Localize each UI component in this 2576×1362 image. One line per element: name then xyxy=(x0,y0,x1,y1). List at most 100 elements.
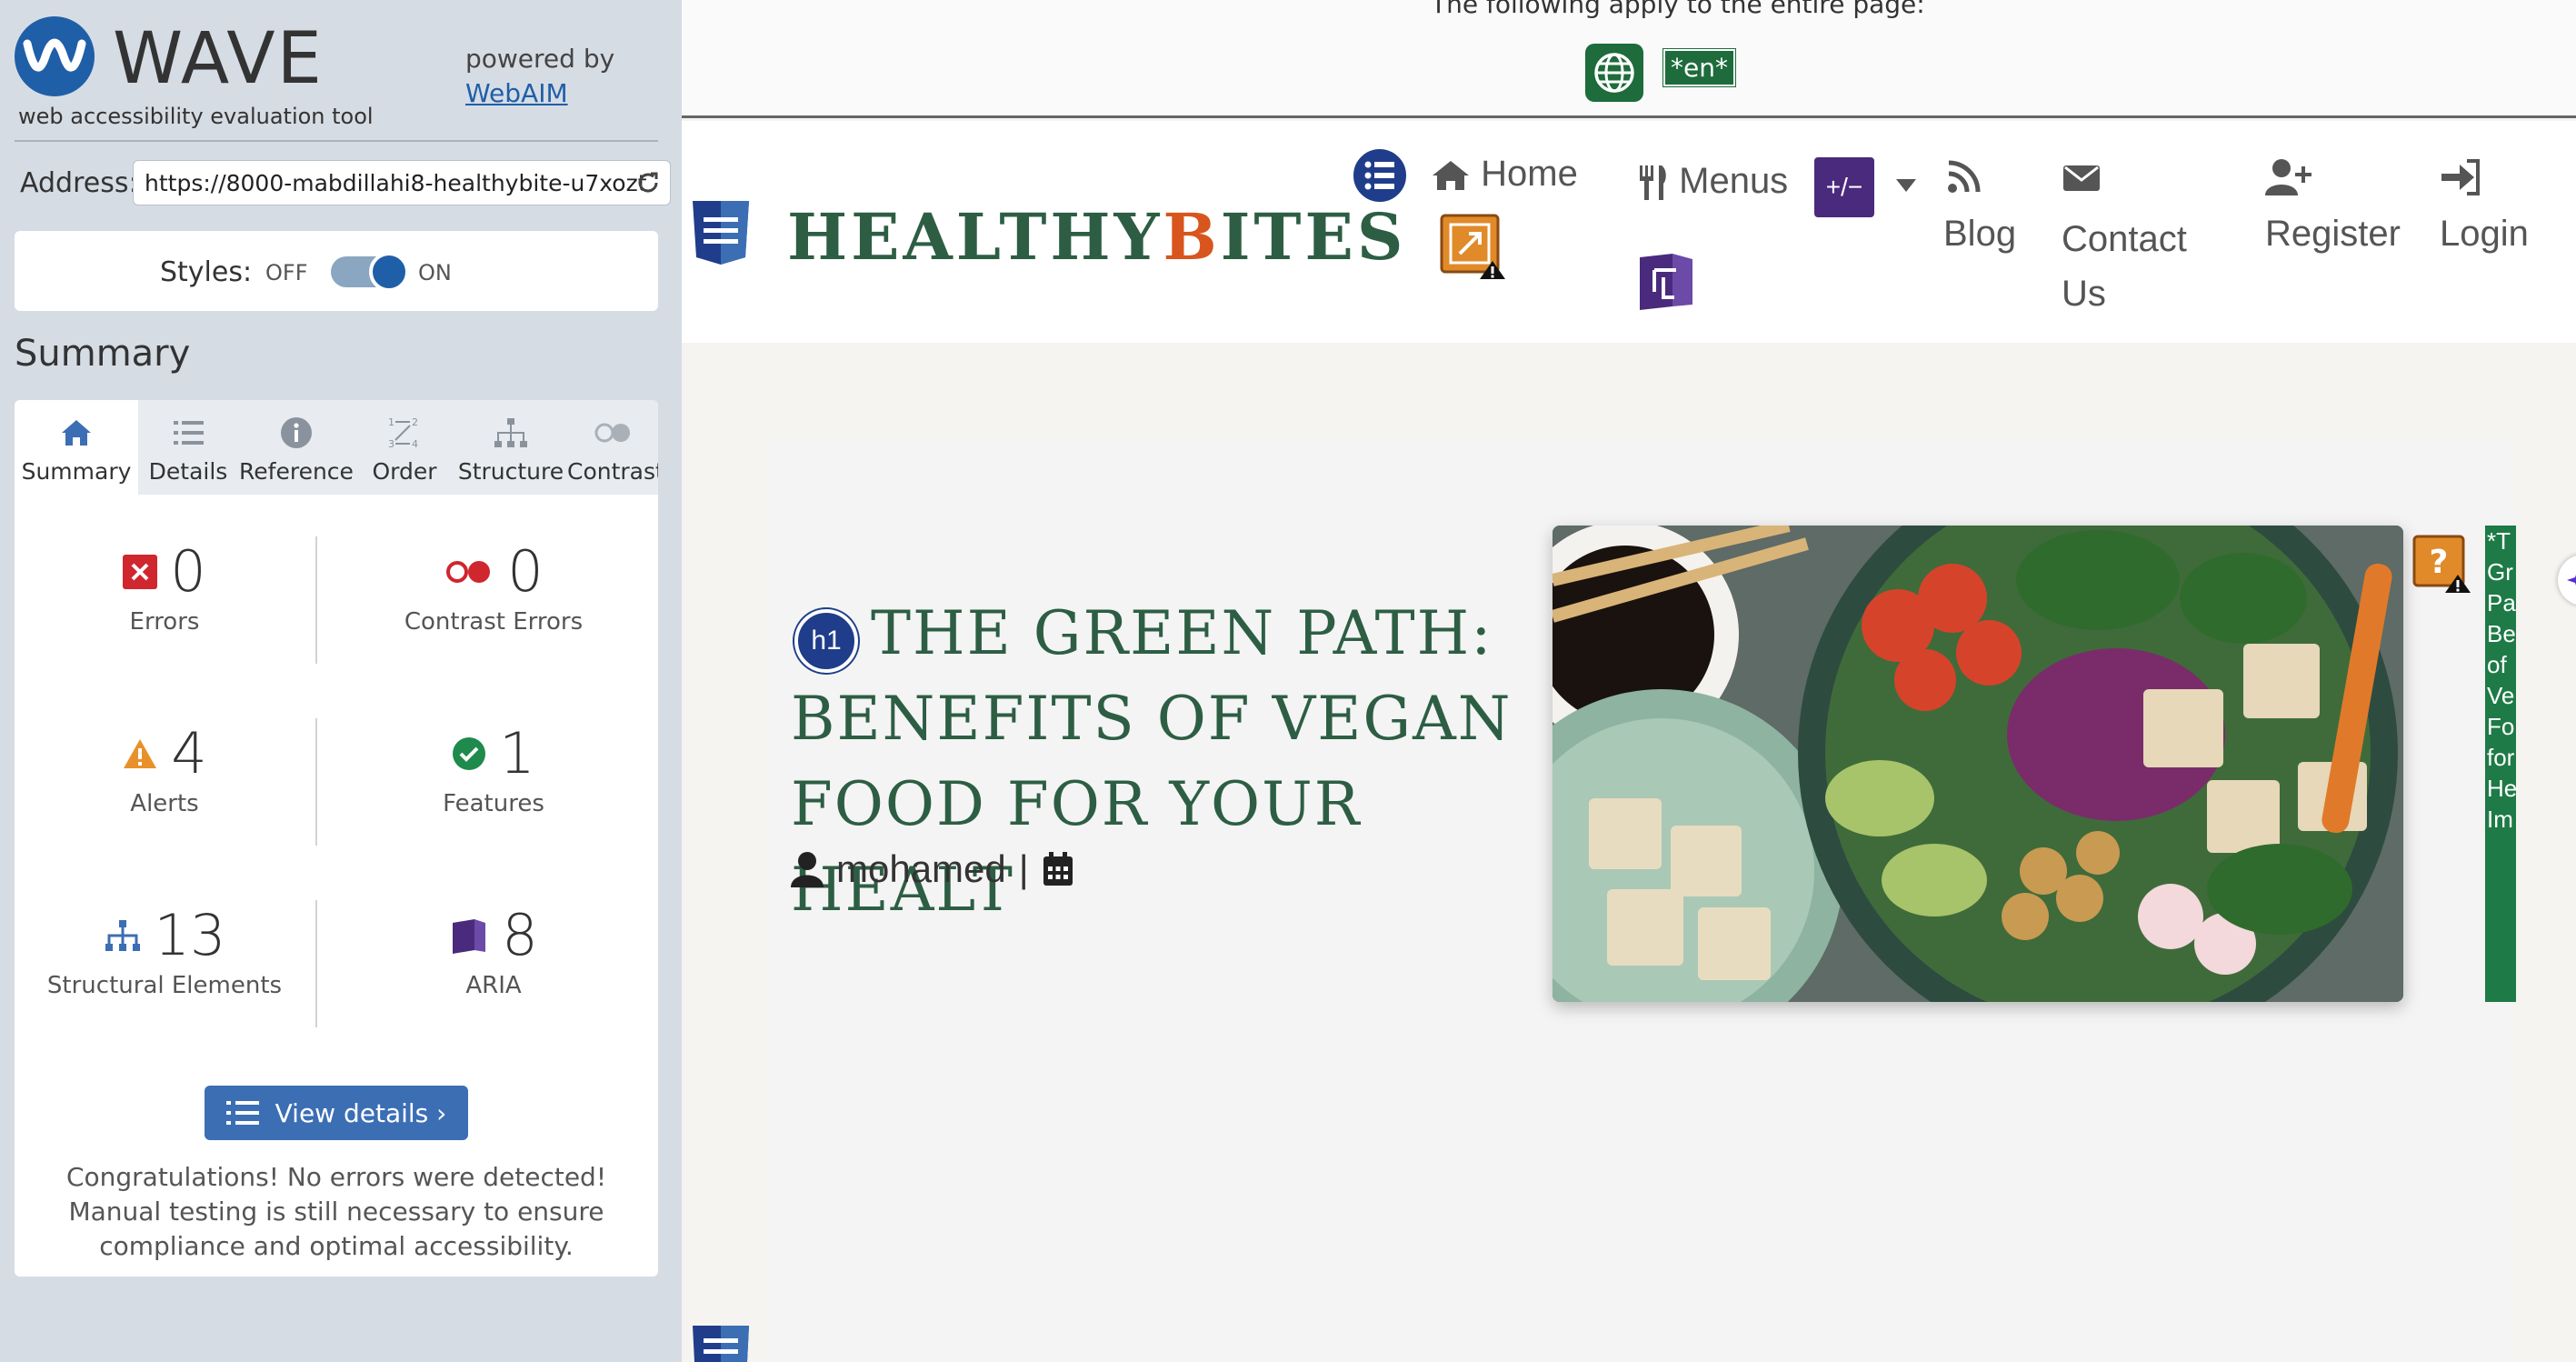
nav-home-label: Home xyxy=(1481,154,1578,194)
page-level-bar: The following apply to the entire page: … xyxy=(682,0,2576,118)
blog-rss-icon xyxy=(1948,160,1981,193)
list-structure-icon[interactable] xyxy=(1349,145,1411,206)
structure-icon xyxy=(494,418,527,447)
powered-by-text: powered by xyxy=(465,44,615,74)
brand-part-2: B xyxy=(1163,199,1221,275)
summary-panel: Summary Details Reference 1 2 3 4 Order Str… xyxy=(15,400,658,1277)
nav-login[interactable]: Login xyxy=(2440,157,2529,255)
alt-text-alert-icon[interactable]: ? xyxy=(2412,535,2471,593)
nav-contact-line-1: Contact xyxy=(2062,219,2187,259)
view-details-button[interactable]: View details › xyxy=(205,1086,468,1140)
meta-separator: | xyxy=(1018,847,1029,890)
site-navbar: HEALTHYBITES Home Menus +/− Blog Contact xyxy=(682,121,2576,343)
svg-text:3: 3 xyxy=(388,438,394,450)
tab-structure[interactable]: Structure xyxy=(454,400,567,495)
aria-expanded-icon[interactable]: +/− xyxy=(1814,157,1874,217)
tab-reference[interactable]: Reference xyxy=(238,400,354,495)
nav-register[interactable]: Register xyxy=(2265,157,2401,255)
title-line-1: THE GREEN PATH: xyxy=(871,598,1493,668)
structure-stat-icon xyxy=(105,919,140,951)
evaluated-page: The following apply to the entire page: … xyxy=(682,0,2576,1362)
nav-menus[interactable]: Menus xyxy=(1636,161,1788,202)
tab-bar: Summary Details Reference 1 2 3 4 Order Str… xyxy=(15,400,658,495)
vegan-bowl-image xyxy=(1553,526,2403,1002)
tab-label: Order xyxy=(372,458,437,485)
list-icon xyxy=(174,421,204,445)
styles-toggle-box: Styles: OFF ON xyxy=(15,231,658,311)
list-icon xyxy=(225,1101,259,1125)
utensils-icon xyxy=(1640,165,1666,201)
wave-title: WAVE xyxy=(113,18,324,100)
home-icon xyxy=(62,420,91,446)
nav-home[interactable]: Home xyxy=(1431,154,1578,195)
nav-menus-label: Menus xyxy=(1679,161,1789,201)
footer-structure-icon[interactable] xyxy=(689,1322,753,1362)
stat-contrast-errors[interactable]: 0 Contrast Errors xyxy=(344,527,644,673)
contrast-errors-label: Contrast Errors xyxy=(404,608,584,636)
envelope-icon xyxy=(2063,165,2100,191)
nav-contact-line-2: Us xyxy=(2062,274,2106,314)
user-plus-icon xyxy=(2265,159,2311,195)
caret-down-icon[interactable] xyxy=(1894,177,1918,194)
nav-login-label: Login xyxy=(2440,214,2529,254)
stat-structural[interactable]: 13 Structural Elements xyxy=(15,891,315,1037)
wave-sidebar: WAVE web accessibility evaluation tool p… xyxy=(0,0,682,1362)
tab-label: Structure xyxy=(457,458,564,485)
language-feature-icon[interactable] xyxy=(1585,44,1643,102)
tab-order[interactable]: 1 2 3 4 Order xyxy=(354,400,454,495)
svg-text:4: 4 xyxy=(412,438,418,450)
stat-errors[interactable]: 0 Errors xyxy=(15,527,315,673)
view-details-label: View details › xyxy=(275,1097,447,1128)
alt-text-feature: *T Gr Pa Be of Ve Fo for He Im xyxy=(2485,526,2516,1002)
language-tag: *en* xyxy=(1662,48,1736,87)
stat-features[interactable]: 1 Features xyxy=(344,709,644,855)
site-brand[interactable]: HEALTHYBITES xyxy=(787,199,1406,275)
stat-aria[interactable]: 8 ARIA xyxy=(344,891,644,1037)
styles-toggle[interactable] xyxy=(331,252,409,292)
applies-text: The following apply to the entire page: xyxy=(1431,0,1925,19)
wave-header: WAVE web accessibility evaluation tool p… xyxy=(15,15,660,133)
nav-register-label: Register xyxy=(2265,214,2401,254)
toggle-knob xyxy=(369,252,409,292)
address-label: Address: xyxy=(20,167,138,199)
styles-on-label: ON xyxy=(418,260,452,285)
styles-label: Styles: xyxy=(160,256,253,288)
author-name: mohamed xyxy=(836,847,1006,890)
article-meta: mohamed | xyxy=(791,847,1074,891)
nav-contact[interactable]: Contact Us xyxy=(2062,157,2187,321)
divider xyxy=(15,140,658,142)
address-row: Address: https://8000-mabdillahi8-health… xyxy=(20,160,671,205)
stat-alerts[interactable]: 4 Alerts xyxy=(15,709,315,855)
redundant-link-alert-icon[interactable] xyxy=(1440,214,1507,281)
svg-text:1: 1 xyxy=(388,416,394,428)
structural-count: 13 xyxy=(154,902,226,968)
user-icon xyxy=(791,852,824,887)
reload-icon[interactable] xyxy=(634,168,663,197)
wave-logo-icon xyxy=(15,16,95,96)
tab-contrast[interactable]: Contrast xyxy=(567,400,658,495)
errors-count: 0 xyxy=(170,538,206,605)
aria-label: ARIA xyxy=(465,972,522,999)
contrast-errors-count: 0 xyxy=(507,538,544,605)
nav-blog[interactable]: Blog xyxy=(1943,157,2016,255)
stat-divider xyxy=(315,718,317,846)
contrast-icon xyxy=(594,423,630,443)
stat-divider xyxy=(315,900,317,1027)
powered-by: powered by WebAIM xyxy=(465,42,614,111)
header-structure-icon[interactable] xyxy=(689,197,753,266)
svg-text:2: 2 xyxy=(412,416,418,428)
sparkle-icon xyxy=(2567,575,2576,586)
tab-label: Reference xyxy=(239,458,354,485)
features-count: 1 xyxy=(499,720,535,786)
brand-part-1: HEALTHY xyxy=(787,199,1163,275)
tab-details[interactable]: Details xyxy=(138,400,238,495)
address-input[interactable]: https://8000-mabdillahi8-healthybite-u7x… xyxy=(133,160,671,205)
scroll-edge-handle[interactable] xyxy=(2558,555,2576,606)
tab-summary[interactable]: Summary xyxy=(15,400,138,495)
tab-label: Summary xyxy=(21,458,132,485)
aria-popup-icon[interactable] xyxy=(1636,252,1696,312)
webaim-link[interactable]: WebAIM xyxy=(465,76,614,111)
alerts-count: 4 xyxy=(171,720,207,786)
home-icon xyxy=(1433,161,1469,191)
alert-icon xyxy=(124,738,157,768)
